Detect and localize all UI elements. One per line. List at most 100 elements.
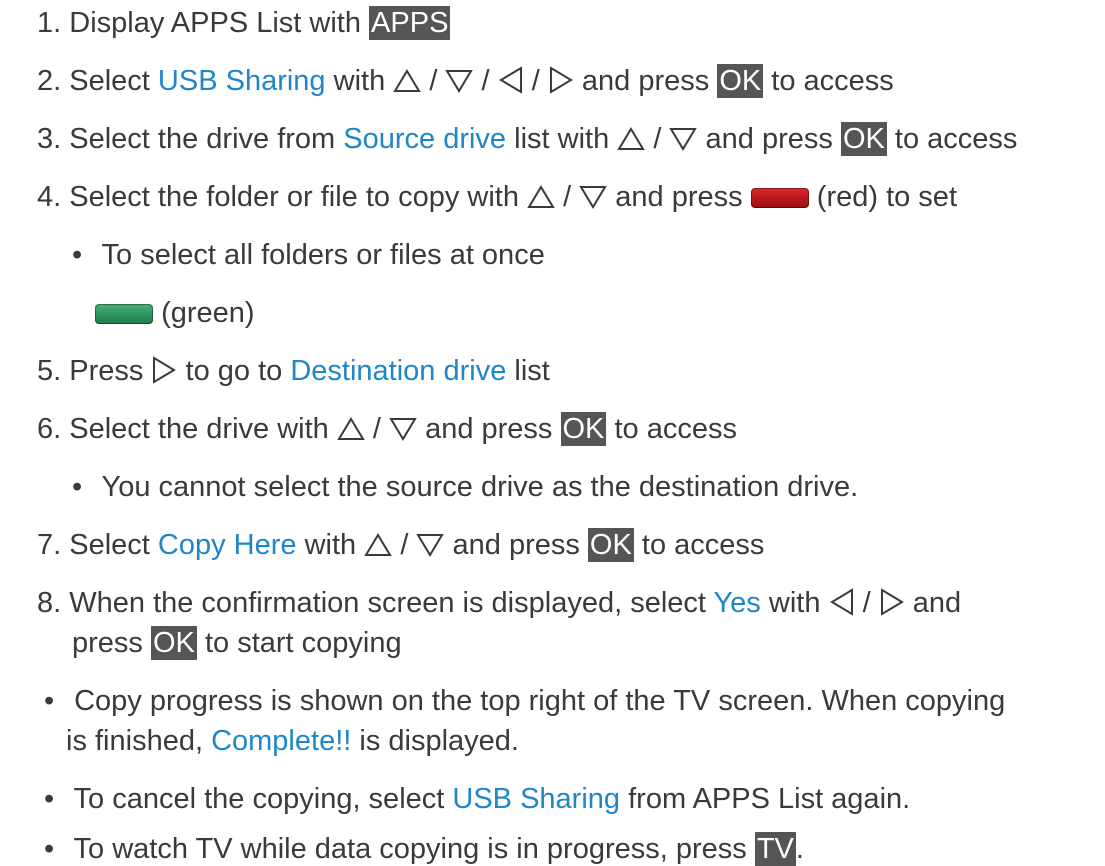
down-triangle-icon	[416, 532, 445, 558]
note-text: is finished,	[66, 725, 204, 757]
up-triangle-icon	[393, 68, 422, 94]
source-drive-link[interactable]: Source drive	[343, 123, 506, 155]
step-text: Select the drive with	[69, 413, 329, 445]
red-button-icon	[750, 188, 809, 208]
bullet-marker: •	[44, 833, 55, 865]
step-6: 6. Select the drive with / and press OK …	[37, 412, 737, 446]
step-text: Select	[69, 65, 150, 97]
green-button-icon	[95, 304, 153, 324]
note-text: To cancel the copying, select	[73, 783, 445, 815]
copy-here-link[interactable]: Copy Here	[158, 529, 297, 561]
note-copy-progress-continued: is finished, Complete!! is displayed.	[66, 724, 519, 758]
step-number: 8.	[37, 587, 62, 619]
slash-separator: /	[429, 65, 438, 97]
step-text: Select	[69, 529, 150, 561]
step-text: and press	[452, 529, 580, 561]
ok-key: OK	[717, 64, 764, 98]
step-text: list with	[514, 123, 610, 155]
up-triangle-icon	[364, 532, 393, 558]
step-text: and press	[615, 181, 743, 213]
slash-separator: /	[400, 529, 409, 561]
note-watch-tv: • To watch TV while data copying is in p…	[44, 832, 804, 866]
down-triangle-icon	[669, 126, 698, 152]
step-text: with	[304, 529, 357, 561]
ok-key: OK	[587, 528, 634, 562]
step-text: to access	[894, 123, 1018, 155]
left-triangle-icon	[498, 66, 524, 94]
step-text: with	[768, 587, 821, 619]
sub-text: (green)	[161, 297, 255, 329]
note-text: from APPS List again.	[628, 783, 911, 815]
slash-separator: /	[372, 413, 381, 445]
note-text: Copy progress is shown on the top right …	[74, 685, 1006, 717]
period: .	[795, 833, 804, 865]
step-5: 5. Press to go to Destination drive list	[37, 354, 550, 388]
step-text: list	[514, 355, 550, 387]
step-4: 4. Select the folder or file to copy wit…	[37, 180, 957, 214]
ok-key: OK	[840, 122, 887, 156]
step-text: to start copying	[204, 627, 402, 659]
bullet-marker: •	[44, 783, 55, 815]
step-7: 7. Select Copy Here with / and press OK …	[37, 528, 764, 562]
step-number: 5.	[37, 355, 62, 387]
up-triangle-icon	[337, 416, 365, 442]
step-4-sub-detail: (green)	[95, 296, 255, 330]
slash-separator: /	[653, 123, 662, 155]
usb-sharing-link[interactable]: USB Sharing	[452, 783, 620, 815]
down-triangle-icon	[579, 184, 608, 210]
step-number: 3.	[37, 123, 62, 155]
note-text: To watch TV while data copying is in pro…	[73, 833, 747, 865]
bullet-marker: •	[72, 471, 83, 503]
left-triangle-icon	[829, 588, 855, 616]
step-text: Select the folder or file to copy with	[69, 181, 519, 213]
down-triangle-icon	[389, 416, 417, 442]
destination-drive-link[interactable]: Destination drive	[290, 355, 506, 387]
slash-separator: /	[862, 587, 871, 619]
step-1: 1. Display APPS List with APPS	[37, 6, 451, 40]
step-4-sub-bullet: • To select all folders or files at once	[72, 238, 545, 272]
down-triangle-icon	[445, 68, 474, 94]
ok-key: OK	[560, 412, 607, 446]
step-text: (red) to set	[816, 181, 957, 213]
right-triangle-icon	[548, 66, 574, 94]
tv-key: TV	[754, 832, 796, 866]
step-number: 7.	[37, 529, 62, 561]
slash-separator: /	[563, 181, 572, 213]
sub-text: To select all folders or files at once	[101, 239, 545, 271]
step-text: press	[72, 627, 143, 659]
usb-sharing-link[interactable]: USB Sharing	[158, 65, 326, 97]
step-text: and press	[581, 65, 710, 97]
step-6-sub-bullet: • You cannot select the source drive as …	[72, 470, 858, 504]
bullet-marker: •	[72, 239, 83, 271]
step-8-continued: press OK to start copying	[72, 626, 402, 660]
step-2: 2. Select USB Sharing with / / / and pre…	[37, 64, 894, 98]
step-text: and press	[425, 413, 553, 445]
right-triangle-icon	[151, 356, 177, 384]
apps-key: APPS	[369, 6, 451, 40]
step-text: Select the drive from	[69, 123, 336, 155]
step-text: with	[333, 65, 386, 97]
right-triangle-icon	[879, 588, 905, 616]
step-text: to access	[771, 65, 894, 97]
step-text: to go to	[185, 355, 283, 387]
note-text: is displayed.	[359, 725, 519, 757]
step-number: 1.	[37, 7, 62, 39]
note-cancel-copying: • To cancel the copying, select USB Shar…	[44, 782, 910, 816]
up-triangle-icon	[617, 126, 646, 152]
step-text: to access	[641, 529, 765, 561]
step-number: 2.	[37, 65, 62, 97]
step-number: 4.	[37, 181, 62, 213]
step-text: Display APPS List with	[69, 7, 361, 39]
up-triangle-icon	[527, 184, 555, 210]
step-text: and	[912, 587, 962, 619]
slash-separator: /	[531, 65, 540, 97]
slash-separator: /	[481, 65, 490, 97]
complete-link[interactable]: Complete!!	[211, 725, 351, 757]
bullet-marker: •	[44, 685, 55, 717]
step-text: Press	[69, 355, 144, 387]
step-text: When the confirmation screen is displaye…	[69, 587, 706, 619]
step-8: 8. When the confirmation screen is displ…	[37, 586, 961, 620]
step-3: 3. Select the drive from Source drive li…	[37, 122, 1017, 156]
yes-link[interactable]: Yes	[714, 587, 761, 619]
instructions-page: 1. Display APPS List with APPS 2. Select…	[0, 0, 1105, 866]
